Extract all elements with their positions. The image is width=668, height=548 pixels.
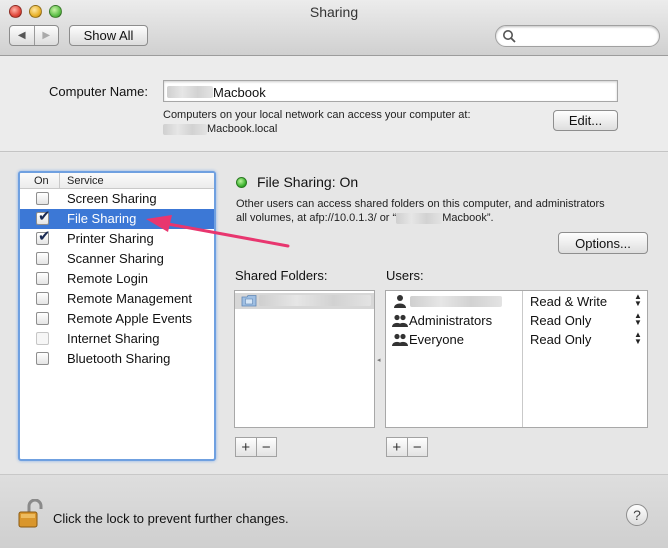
shared-folders-list[interactable] bbox=[234, 290, 375, 428]
service-row-remote-login[interactable]: Remote Login bbox=[20, 269, 214, 289]
service-checkbox[interactable] bbox=[36, 312, 49, 325]
service-label: Printer Sharing bbox=[67, 231, 154, 246]
search-field[interactable] bbox=[495, 25, 660, 47]
search-input[interactable] bbox=[520, 28, 652, 44]
service-checkbox bbox=[36, 332, 49, 345]
computer-name-label: Computer Name: bbox=[49, 84, 148, 99]
service-checkbox[interactable]: ✔ bbox=[36, 208, 51, 225]
user-row[interactable]: Everyone bbox=[386, 330, 522, 349]
status-indicator-icon bbox=[236, 177, 247, 188]
lock-icon[interactable] bbox=[18, 499, 44, 529]
service-label: File Sharing bbox=[67, 211, 137, 226]
single-user-icon bbox=[392, 294, 408, 308]
service-list-header: On Service bbox=[20, 173, 214, 189]
shared-folder-row[interactable] bbox=[235, 293, 374, 309]
computer-name-value: Macbook bbox=[213, 84, 266, 100]
edit-computer-name-button[interactable]: Edit... bbox=[553, 110, 618, 131]
remove-user-button[interactable]: − bbox=[406, 438, 428, 456]
window-titlebar: Sharing ◀ ▶ Show All bbox=[0, 0, 668, 56]
service-label: Remote Login bbox=[67, 271, 148, 286]
computer-address-line2: Macbook.local bbox=[163, 122, 471, 136]
status-desc-line1: Other users can access shared folders on… bbox=[236, 198, 605, 210]
redacted-folder-name bbox=[259, 295, 371, 306]
service-row-remote-apple-events[interactable]: Remote Apple Events bbox=[20, 309, 214, 329]
up-down-arrows-icon: ▲ ▼ bbox=[634, 330, 642, 346]
permission-popup[interactable]: Read Only ▲ ▼ bbox=[523, 311, 647, 330]
computer-name-section: Computer Name: Macbook Computers on your… bbox=[0, 56, 668, 152]
service-status-title: File Sharing: On bbox=[257, 174, 359, 190]
redacted-user-name bbox=[410, 296, 502, 307]
checkmark-icon: ✔ bbox=[38, 208, 51, 225]
group-icon bbox=[392, 313, 408, 327]
back-arrow-icon[interactable]: ◀ bbox=[10, 26, 34, 45]
service-row-scanner-sharing[interactable]: Scanner Sharing bbox=[20, 249, 214, 269]
redacted-name bbox=[167, 86, 213, 98]
permission-value: Read Only bbox=[530, 313, 592, 328]
service-checkbox[interactable]: ✔ bbox=[36, 228, 51, 245]
shared-folders-add-remove: + − bbox=[235, 437, 277, 457]
permission-popup[interactable]: Read & Write ▲ ▼ bbox=[523, 292, 647, 311]
service-row-bluetooth-sharing[interactable]: Bluetooth Sharing bbox=[20, 349, 214, 369]
local-hostname: Macbook.local bbox=[207, 123, 278, 135]
service-row-printer-sharing[interactable]: ✔ Printer Sharing bbox=[20, 229, 214, 249]
permission-value: Read Only bbox=[530, 332, 592, 347]
permission-popup[interactable]: Read Only ▲ ▼ bbox=[523, 330, 647, 349]
status-desc-suffix: Macbook”. bbox=[442, 212, 494, 224]
user-name: Administrators bbox=[409, 313, 493, 328]
redacted-name bbox=[163, 123, 207, 135]
user-row[interactable]: Administrators bbox=[386, 311, 522, 330]
add-user-button[interactable]: + bbox=[387, 438, 407, 456]
status-desc-line2: all volumes, at afp://10.0.1.3/ or “ Macb… bbox=[236, 211, 656, 225]
service-row-internet-sharing[interactable]: Internet Sharing bbox=[20, 329, 214, 349]
options-button[interactable]: Options... bbox=[558, 232, 648, 254]
up-down-arrows-icon: ▲ ▼ bbox=[634, 311, 642, 327]
service-label: Screen Sharing bbox=[67, 191, 157, 206]
help-button[interactable]: ? bbox=[626, 504, 648, 526]
service-label: Internet Sharing bbox=[67, 331, 160, 346]
user-name: Everyone bbox=[409, 332, 464, 347]
service-row-file-sharing[interactable]: ✔ File Sharing bbox=[20, 209, 214, 229]
service-checkbox[interactable] bbox=[36, 192, 49, 205]
service-label: Remote Apple Events bbox=[67, 311, 193, 326]
service-row-remote-management[interactable]: Remote Management bbox=[20, 289, 214, 309]
computer-address-line1: Computers on your local network can acce… bbox=[163, 109, 471, 121]
column-header-service[interactable]: Service bbox=[60, 173, 104, 188]
service-label: Scanner Sharing bbox=[67, 251, 164, 266]
forward-arrow-icon[interactable]: ▶ bbox=[33, 26, 59, 45]
show-all-button[interactable]: Show All bbox=[69, 25, 148, 46]
users-label: Users: bbox=[386, 268, 424, 283]
back-forward-control: ◀ ▶ bbox=[9, 25, 59, 46]
service-status-description: Other users can access shared folders on… bbox=[236, 197, 656, 225]
shared-folder-icon bbox=[241, 295, 257, 307]
split-resize-handle[interactable]: ◂ bbox=[377, 356, 381, 364]
group-icon bbox=[392, 332, 408, 346]
users-add-remove: + − bbox=[386, 437, 428, 457]
column-header-on[interactable]: On bbox=[20, 173, 60, 188]
status-desc-prefix: all volumes, at afp://10.0.1.3/ or “ bbox=[236, 212, 397, 224]
shared-folders-label: Shared Folders: bbox=[235, 268, 328, 283]
service-checkbox[interactable] bbox=[36, 252, 49, 265]
service-checkbox[interactable] bbox=[36, 292, 49, 305]
lock-message: Click the lock to prevent further change… bbox=[53, 511, 289, 526]
redacted-name bbox=[396, 212, 443, 224]
up-down-arrows-icon: ▲ ▼ bbox=[634, 292, 642, 308]
service-checkbox[interactable] bbox=[36, 272, 49, 285]
users-permissions-list[interactable]: Read & Write ▲ ▼ Administrators Read Only ▲ ▼ E… bbox=[385, 290, 648, 428]
remove-shared-folder-button[interactable]: − bbox=[255, 438, 277, 456]
computer-name-field[interactable]: Macbook bbox=[163, 80, 618, 102]
service-rows: Screen Sharing ✔ File Sharing ✔ Printer Shar… bbox=[20, 189, 214, 369]
add-shared-folder-button[interactable]: + bbox=[236, 438, 256, 456]
service-checkbox[interactable] bbox=[36, 352, 49, 365]
window-title: Sharing bbox=[309, 4, 359, 20]
search-icon bbox=[503, 30, 516, 43]
service-list[interactable]: On Service Screen Sharing ✔ File Sharing ✔ P… bbox=[18, 171, 216, 461]
user-row[interactable] bbox=[386, 292, 522, 311]
computer-address-note: Computers on your local network can acce… bbox=[163, 108, 471, 136]
service-row-screen-sharing[interactable]: Screen Sharing bbox=[20, 189, 214, 209]
footer-bar: Click the lock to prevent further change… bbox=[0, 474, 668, 548]
service-label: Remote Management bbox=[67, 291, 193, 306]
service-label: Bluetooth Sharing bbox=[67, 351, 171, 366]
checkmark-icon: ✔ bbox=[38, 228, 51, 245]
permission-value: Read & Write bbox=[530, 294, 608, 309]
